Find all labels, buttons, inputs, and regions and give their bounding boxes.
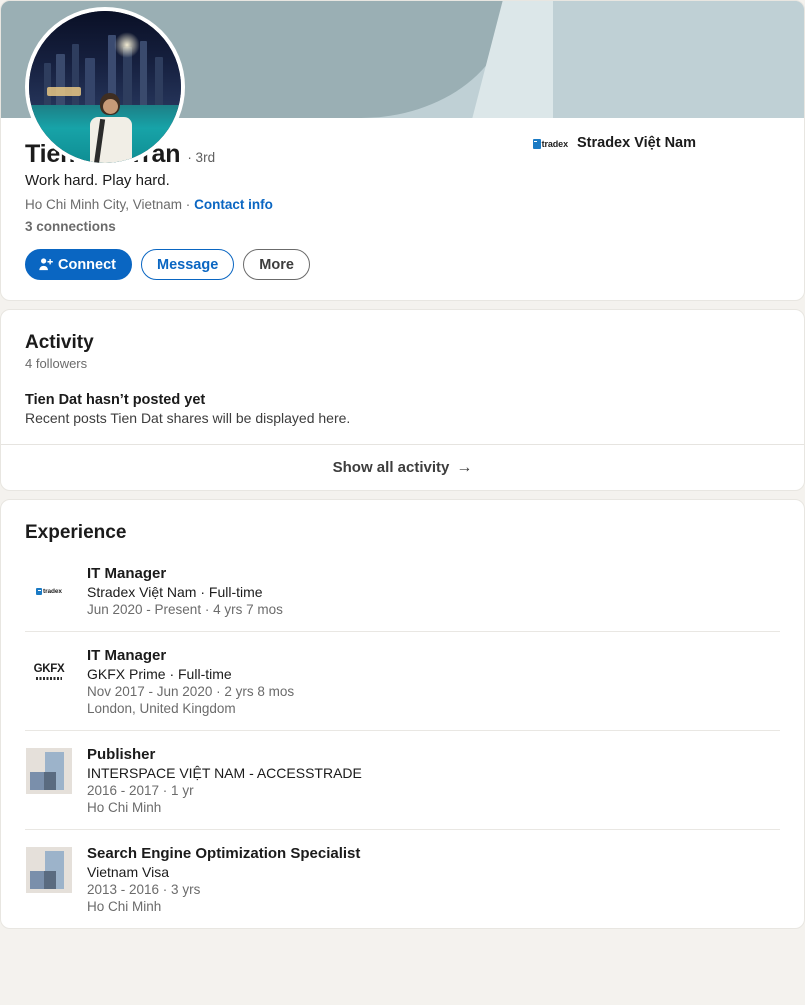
photo-building	[56, 53, 66, 109]
connect-button[interactable]: Connect	[25, 249, 132, 280]
experience-details: Publisher INTERSPACE VIỆT NAM - ACCESSTR…	[87, 745, 362, 815]
message-button-label: Message	[157, 256, 219, 273]
message-button[interactable]: Message	[141, 249, 235, 280]
experience-location: Ho Chi Minh	[87, 899, 162, 914]
gkfx-logo-text: GKFX	[33, 663, 65, 676]
experience-details: IT Manager GKFX Prime · Full-time Nov 20…	[87, 646, 294, 716]
company-logo	[25, 747, 73, 795]
current-company-badge[interactable]: tradex Stradex Việt Nam	[532, 135, 696, 151]
stradex-logo-icon: tradex	[532, 139, 569, 149]
experience-item[interactable]: Search Engine Optimization Specialist Vi…	[25, 829, 780, 928]
experience-item[interactable]: GKFX IT Manager GKFX Prime · Full-time N…	[25, 631, 780, 730]
experience-list: tradex IT Manager Stradex Việt Nam · Ful…	[1, 550, 804, 928]
connection-degree: · 3rd	[187, 150, 216, 165]
experience-company: Vietnam Visa	[87, 864, 169, 880]
more-button-label: More	[259, 256, 294, 273]
experience-job-title: IT Manager	[87, 565, 167, 582]
followers-count: 4 followers	[25, 356, 88, 371]
photo-building	[71, 44, 79, 109]
profile-card: tradex Stradex Việt Nam Tien Dat Tran · …	[0, 0, 805, 301]
connections-count: 3 connections	[25, 219, 116, 234]
experience-job-title: Search Engine Optimization Specialist	[87, 845, 361, 862]
arrow-right-icon: →	[456, 458, 473, 476]
experience-details: IT Manager Stradex Việt Nam · Full-time …	[87, 564, 283, 617]
experience-header: Experience	[1, 500, 804, 544]
location-text: Ho Chi Minh City, Vietnam ·	[25, 197, 191, 212]
experience-job-title: Publisher	[87, 746, 156, 763]
company-logo: GKFX	[25, 648, 73, 696]
experience-job-title: IT Manager	[87, 647, 167, 664]
location-row: Ho Chi Minh City, Vietnam · Contact info	[25, 197, 780, 212]
activity-empty-title: Tien Dat hasn’t posted yet	[25, 392, 206, 408]
stradex-logo-text: tradex	[43, 587, 62, 595]
experience-dates: Jun 2020 - Present · 4 yrs 7 mos	[87, 602, 283, 617]
experience-dates: Nov 2017 - Jun 2020 · 2 yrs 8 mos	[87, 684, 295, 699]
connect-button-label: Connect	[58, 256, 116, 273]
placeholder-logo-icon	[26, 847, 72, 893]
experience-card: Experience tradex IT Manager Stradex Việ…	[0, 499, 805, 929]
photo-building	[44, 62, 52, 109]
photo-building	[155, 56, 164, 109]
activity-header: Activity 4 followers Tien Dat hasn’t pos…	[1, 310, 804, 426]
experience-location: London, United Kingdom	[87, 701, 236, 716]
activity-title: Activity	[25, 332, 94, 353]
photo-building	[85, 58, 96, 109]
company-logo	[25, 846, 73, 894]
company-logo: tradex	[25, 566, 73, 614]
show-all-activity-button[interactable]: Show all activity →	[1, 444, 804, 490]
activity-empty-description: Recent posts Tien Dat shares will be dis…	[25, 410, 351, 426]
experience-item[interactable]: Publisher INTERSPACE VIỆT NAM - ACCESSTR…	[25, 730, 780, 829]
more-button[interactable]: More	[243, 249, 310, 280]
profile-actions: Connect Message More	[25, 249, 780, 280]
experience-title: Experience	[25, 522, 127, 543]
current-company-name: Stradex Việt Nam	[576, 135, 696, 151]
avatar[interactable]	[25, 7, 185, 167]
experience-company: Stradex Việt Nam · Full-time	[87, 584, 263, 600]
experience-dates: 2016 - 2017 · 1 yr	[87, 783, 194, 798]
experience-item[interactable]: tradex IT Manager Stradex Việt Nam · Ful…	[25, 550, 780, 631]
photo-building	[139, 41, 147, 109]
activity-card: Activity 4 followers Tien Dat hasn’t pos…	[0, 309, 805, 491]
cover-shape-light	[553, 1, 804, 118]
gkfx-logo-icon: GKFX	[34, 664, 65, 680]
avatar-image	[29, 11, 181, 163]
contact-info-link[interactable]: Contact info	[194, 197, 273, 212]
stradex-logo-text: tradex	[541, 139, 569, 149]
experience-dates: 2013 - 2016 · 3 yrs	[87, 882, 201, 897]
photo-lights	[47, 87, 82, 96]
experience-company: GKFX Prime · Full-time	[87, 666, 232, 682]
placeholder-logo-icon	[26, 748, 72, 794]
person-add-icon	[39, 258, 53, 271]
experience-location: Ho Chi Minh	[87, 800, 162, 815]
experience-company: INTERSPACE VIỆT NAM - ACCESSTRADE	[87, 765, 362, 781]
experience-details: Search Engine Optimization Specialist Vi…	[87, 844, 360, 914]
stradex-logo-icon: tradex	[36, 587, 62, 595]
profile-headline: Work hard. Play hard.	[25, 172, 170, 189]
show-all-activity-label: Show all activity	[332, 459, 450, 476]
